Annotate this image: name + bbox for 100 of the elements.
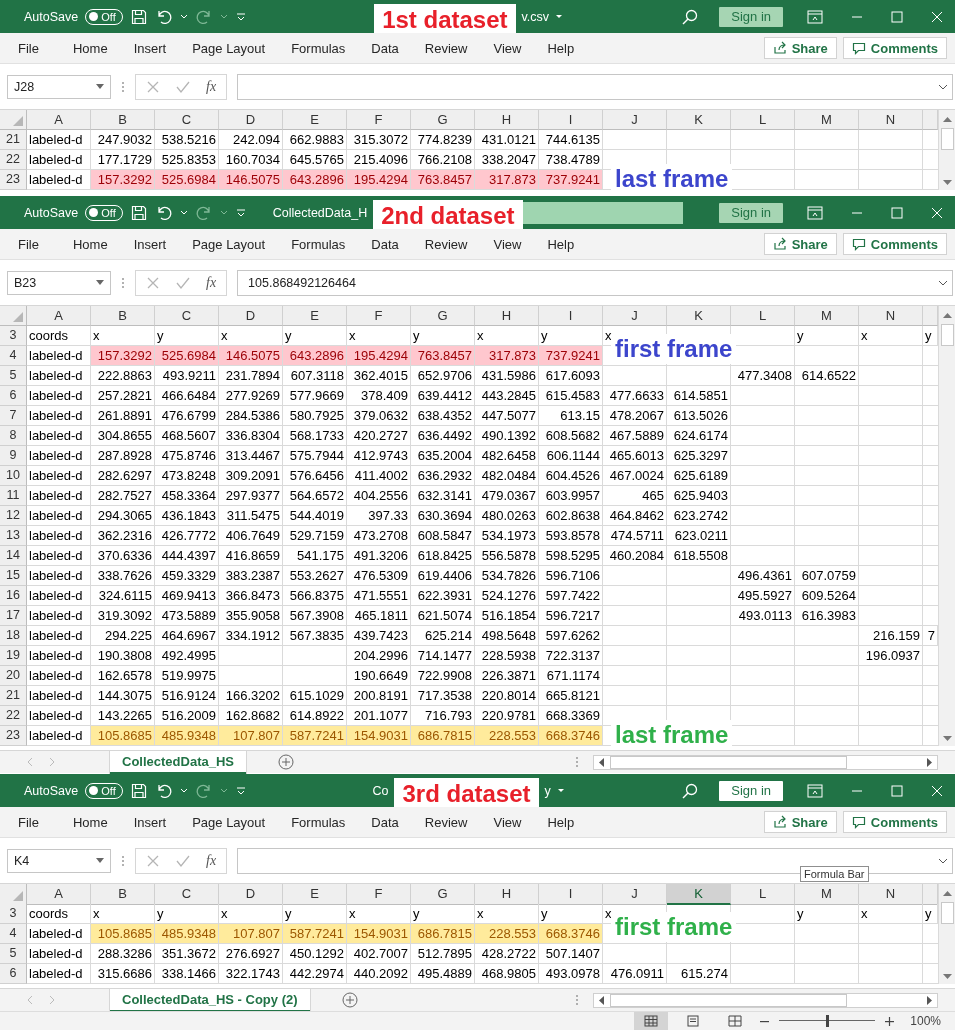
vertical-scrollbar[interactable]	[938, 110, 955, 190]
ribbon-tab[interactable]: Data	[361, 236, 409, 252]
ribbon-tab[interactable]: Review	[414, 40, 478, 56]
caret-icon[interactable]	[96, 83, 104, 90]
name-box[interactable]: K4	[7, 848, 111, 873]
comments-button[interactable]: Comments	[842, 37, 947, 59]
row-header[interactable]: 11	[0, 486, 27, 506]
row-header[interactable]: 15	[0, 566, 27, 586]
customize-icon[interactable]	[234, 785, 247, 796]
column-header[interactable]: N	[859, 110, 923, 130]
name-box[interactable]: B23	[7, 270, 111, 295]
row-header[interactable]: 4	[0, 346, 27, 366]
scrollbar-thumb[interactable]	[610, 993, 847, 1007]
ribbon-tab[interactable]: Page Layout	[182, 814, 276, 830]
sheet-tab[interactable]: CollectedData_HS	[110, 750, 246, 774]
arrow-down-icon[interactable]	[942, 180, 952, 186]
row-header[interactable]: 23	[0, 170, 27, 190]
sheet-tab[interactable]: CollectedData_HS - Copy (2)	[110, 988, 310, 1012]
customize-icon[interactable]	[234, 207, 247, 218]
ribbon-tab[interactable]: Insert	[123, 40, 177, 56]
column-header[interactable]: M	[795, 306, 859, 326]
ribbon-tab[interactable]: Data	[361, 814, 409, 830]
caret-icon[interactable]	[938, 279, 948, 286]
formula-field[interactable]: 105.868492126464	[237, 269, 953, 296]
column-header[interactable]: B	[91, 110, 155, 130]
row-header[interactable]: 17	[0, 606, 27, 626]
horizontal-scrollbar[interactable]	[593, 992, 938, 1008]
insert-function-button[interactable]: fx	[206, 852, 217, 869]
column-header[interactable]: N	[859, 884, 923, 905]
more-icon[interactable]	[121, 853, 125, 868]
caret-icon[interactable]	[556, 787, 565, 794]
vertical-scrollbar[interactable]	[938, 884, 955, 984]
column-header[interactable]: M	[795, 884, 859, 905]
column-header[interactable]: A	[27, 306, 91, 326]
caret-icon[interactable]	[96, 279, 104, 286]
ribbon-tab[interactable]: Data	[361, 40, 409, 56]
share-button[interactable]: Share	[763, 811, 837, 833]
column-header[interactable]: D	[219, 110, 283, 130]
vertical-scrollbar[interactable]	[938, 306, 955, 746]
row-header[interactable]: 7	[0, 406, 27, 426]
scrollbar-thumb[interactable]	[610, 755, 847, 769]
row-header[interactable]: 20	[0, 666, 27, 686]
row-header[interactable]: 13	[0, 526, 27, 546]
close-icon[interactable]	[931, 784, 943, 797]
more-icon[interactable]	[575, 994, 579, 1006]
row-header[interactable]: 21	[0, 686, 27, 706]
search-field[interactable]	[522, 201, 683, 224]
column-header[interactable]: F	[347, 884, 411, 905]
column-header[interactable]: F	[347, 110, 411, 130]
scrollbar-thumb[interactable]	[940, 324, 954, 346]
more-icon[interactable]	[121, 275, 125, 290]
column-header[interactable]: J	[603, 884, 667, 905]
column-header[interactable]: G	[411, 306, 475, 326]
column-header[interactable]: E	[283, 110, 347, 130]
share-button[interactable]: Share	[763, 37, 837, 59]
row-header[interactable]: 21	[0, 130, 27, 150]
add-sheet-icon[interactable]	[341, 992, 358, 1008]
row-header[interactable]: 4	[0, 924, 27, 944]
column-header[interactable]: H	[475, 306, 539, 326]
column-header[interactable]: C	[155, 884, 219, 905]
close-icon[interactable]	[931, 206, 943, 219]
ribbon-tab[interactable]: Formulas	[281, 40, 356, 56]
zoom-in-icon[interactable]	[885, 1016, 895, 1026]
column-header[interactable]: J	[603, 306, 667, 326]
search-icon[interactable]	[681, 7, 700, 26]
cancel-icon[interactable]	[146, 853, 160, 868]
column-header[interactable]: B	[91, 884, 155, 905]
column-header[interactable]: G	[411, 110, 475, 130]
row-header[interactable]: 14	[0, 546, 27, 566]
caret-icon[interactable]	[179, 13, 188, 20]
row-header[interactable]: 6	[0, 964, 27, 984]
column-header[interactable]: G	[411, 884, 475, 905]
row-header[interactable]: 3	[0, 326, 27, 346]
insert-function-button[interactable]: fx	[206, 274, 217, 291]
ribbon-tab[interactable]: Home	[62, 40, 118, 56]
column-header[interactable]: C	[155, 110, 219, 130]
ribbon-tab[interactable]: Review	[414, 814, 478, 830]
column-header[interactable]: D	[219, 884, 283, 905]
sign-in-button[interactable]: Sign in	[719, 780, 783, 801]
ribbon-tab[interactable]: Help	[537, 40, 585, 56]
caret-icon[interactable]	[555, 13, 564, 20]
row-header[interactable]: 23	[0, 726, 27, 746]
cancel-icon[interactable]	[146, 79, 160, 94]
row-header[interactable]: 12	[0, 506, 27, 526]
close-icon[interactable]	[931, 10, 943, 23]
scrollbar-thumb[interactable]	[940, 902, 954, 924]
ribbon-tab[interactable]: View	[483, 236, 532, 252]
column-header[interactable]: L	[731, 884, 795, 905]
caret-icon[interactable]	[179, 209, 188, 216]
column-header[interactable]: A	[27, 110, 91, 130]
more-icon[interactable]	[121, 79, 125, 94]
row-header[interactable]: 22	[0, 706, 27, 726]
enter-icon[interactable]	[176, 275, 190, 290]
row-header[interactable]: 5	[0, 366, 27, 386]
ribbon-tab[interactable]: Page Layout	[182, 40, 276, 56]
ribbon-tab[interactable]: Home	[62, 814, 118, 830]
arrow-down-icon[interactable]	[942, 736, 952, 742]
horizontal-scrollbar[interactable]	[593, 754, 938, 770]
caret-icon[interactable]	[96, 857, 104, 864]
customize-icon[interactable]	[234, 11, 247, 22]
